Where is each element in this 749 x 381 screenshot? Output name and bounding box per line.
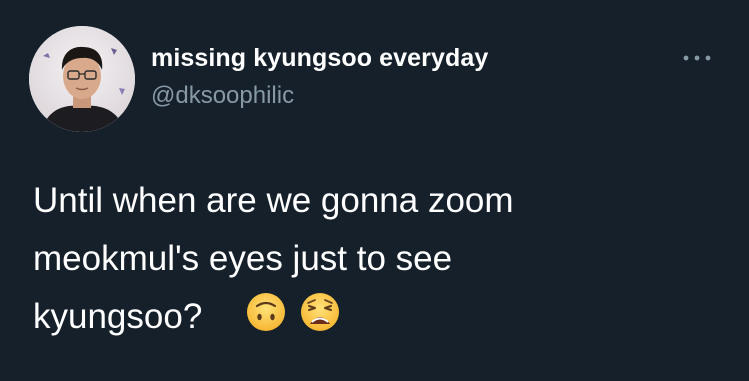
avatar-image [29, 26, 135, 132]
tweet-text-line-2: meokmul's eyes just to see [33, 239, 453, 278]
upside-down-face-icon [247, 293, 285, 331]
display-name[interactable]: missing kyungsoo everyday [151, 44, 488, 73]
tweet-card: missing kyungsoo everyday @dksoophilic U… [0, 0, 749, 381]
tweet-text: Until when are we gonna zoom meokmul's e… [33, 172, 713, 346]
tweet-text-line-3: kyungsoo? [33, 297, 203, 336]
more-horizontal-icon [683, 55, 711, 61]
emoji-row [245, 291, 341, 333]
avatar[interactable] [29, 26, 135, 132]
user-handle[interactable]: @dksoophilic [151, 82, 294, 110]
weary-face-icon [301, 293, 339, 331]
more-options-button[interactable] [676, 44, 718, 72]
tweet-text-line-1: Until when are we gonna zoom [33, 181, 514, 220]
